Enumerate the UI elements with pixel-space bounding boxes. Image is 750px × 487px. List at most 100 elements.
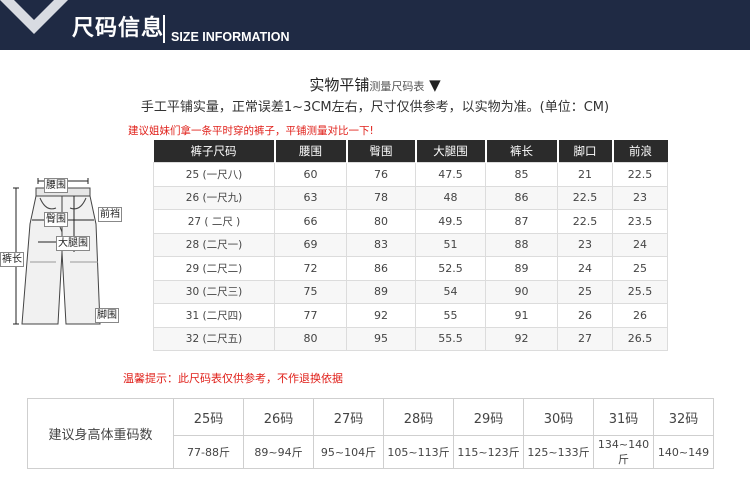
recommend-size: 32码: [653, 398, 714, 436]
table-cell: 26: [612, 303, 668, 328]
table-cell: 76: [346, 162, 416, 187]
recommend-label: 建议身高体重码数: [27, 398, 174, 469]
diagram-label-length: 裤长: [0, 252, 24, 267]
table-cell: 22.5: [557, 209, 613, 234]
header-chevron-icon: [0, 0, 68, 34]
measure-tip-top: 建议姐妹们拿一条平时穿的裤子，平铺测量对比一下!: [128, 125, 374, 137]
diagram-label-waist: 腰围: [44, 178, 68, 193]
table-cell: 27 ( 二尺 ): [153, 209, 275, 234]
table-cell: 25: [612, 256, 668, 281]
diagram-label-rise: 前裆: [98, 207, 122, 222]
measure-description: 手工平铺实量，正常误差1~3CM左右，尺寸仅供参考，以实物为准。(单位：CM): [140, 100, 610, 115]
recommend-weight: 125~133斤: [523, 435, 594, 469]
recommend-weight: 89~94斤: [243, 435, 314, 469]
table-cell: 63: [274, 185, 347, 210]
table-cell: 69: [274, 232, 347, 257]
table-cell: 55.5: [415, 326, 486, 351]
table-cell: 51: [415, 232, 486, 257]
table-cell: 80: [274, 326, 347, 351]
recommend-size: 30码: [523, 398, 594, 436]
header-divider: [163, 15, 165, 43]
table-cell: 26: [557, 303, 613, 328]
table-row: 27 ( 二尺 ) 66 80 49.5 87 22.5 23.5: [153, 209, 668, 234]
size-disclaimer: 温馨提示：此尺码表仅供参考，不作退换依据: [123, 372, 343, 385]
diagram-label-hip: 臀围: [44, 212, 68, 227]
table-cell: 23: [612, 185, 668, 210]
table-row: 28 (二尺一) 69 83 51 88 23 24: [153, 232, 668, 257]
table-cell: 60: [274, 162, 347, 187]
table-cell: 75: [274, 279, 347, 304]
table-row: 29 (二尺二) 72 86 52.5 89 24 25: [153, 256, 668, 281]
table-cell: 24: [612, 232, 668, 257]
table-cell: 32 (二尺五): [153, 326, 275, 351]
recommend-size: 25码: [173, 398, 244, 436]
measure-title-sub: 测量尺码表: [369, 80, 425, 93]
size-table-header: 裤子尺码 腰围 臀围 大腿围 裤长 脚口 前浪: [153, 140, 668, 163]
table-cell: 80: [346, 209, 416, 234]
table-row: 32 (二尺五) 80 95 55.5 92 27 26.5: [153, 326, 668, 351]
col-hip: 臀围: [345, 140, 416, 163]
diagram-label-thigh: 大腿围: [56, 236, 90, 251]
col-hem: 脚口: [556, 140, 613, 163]
table-cell: 90: [485, 279, 558, 304]
table-cell: 31 (二尺四): [153, 303, 275, 328]
table-cell: 52.5: [415, 256, 486, 281]
measure-title-main: 实物平铺: [309, 76, 370, 94]
table-cell: 22.5: [612, 162, 668, 187]
table-cell: 29 (二尺二): [153, 256, 275, 281]
table-cell: 26.5: [612, 326, 668, 351]
table-cell: 47.5: [415, 162, 486, 187]
table-cell: 21: [557, 162, 613, 187]
recommend-weight: 105~113斤: [383, 435, 454, 469]
table-cell: 22.5: [557, 185, 613, 210]
table-cell: 66: [274, 209, 347, 234]
table-cell: 55: [415, 303, 486, 328]
table-cell: 92: [346, 303, 416, 328]
col-rise: 前浪: [611, 140, 668, 163]
table-cell: 28 (二尺一): [153, 232, 275, 257]
col-size: 裤子尺码: [153, 140, 275, 163]
table-cell: 78: [346, 185, 416, 210]
header-title-en: SIZE INFORMATION: [171, 30, 290, 44]
table-row: 30 (二尺三) 75 89 54 90 25 25.5: [153, 279, 668, 304]
recommend-size: 31码: [593, 398, 654, 436]
table-cell: 72: [274, 256, 347, 281]
table-cell: 87: [485, 209, 558, 234]
table-cell: 49.5: [415, 209, 486, 234]
table-cell: 23: [557, 232, 613, 257]
table-row: 25 (一尺八) 60 76 47.5 85 21 22.5: [153, 162, 668, 187]
table-cell: 27: [557, 326, 613, 351]
diagram-label-hem: 脚围: [95, 308, 119, 323]
table-cell: 88: [485, 232, 558, 257]
col-thigh: 大腿围: [414, 140, 486, 163]
recommend-size: 29码: [453, 398, 524, 436]
size-table: 裤子尺码 腰围 臀围 大腿围 裤长 脚口 前浪 25 (一尺八) 60 76 4…: [153, 140, 668, 351]
table-cell: 48: [415, 185, 486, 210]
table-cell: 86: [346, 256, 416, 281]
section-header: 尺码信息 SIZE INFORMATION: [0, 0, 750, 50]
table-cell: 54: [415, 279, 486, 304]
table-cell: 86: [485, 185, 558, 210]
measure-title: 实物平铺测量尺码表 ▼: [0, 74, 750, 95]
table-cell: 92: [485, 326, 558, 351]
recommend-size: 27码: [313, 398, 384, 436]
table-cell: 83: [346, 232, 416, 257]
table-row: 31 (二尺四) 77 92 55 91 26 26: [153, 303, 668, 328]
recommend-weight: 134~140斤: [593, 435, 654, 469]
recommend-size: 28码: [383, 398, 454, 436]
pants-measure-diagram: 腰围 臀围 前裆 大腿围 裤长 脚围: [0, 172, 125, 337]
recommend-weight: 140~149: [653, 435, 714, 469]
table-cell: 24: [557, 256, 613, 281]
table-cell: 25: [557, 279, 613, 304]
recommend-size: 26码: [243, 398, 314, 436]
table-cell: 91: [485, 303, 558, 328]
table-row: 26 (一尺九) 63 78 48 86 22.5 23: [153, 185, 668, 210]
recommend-weight: 115~123斤: [453, 435, 524, 469]
recommend-weight: 77-88斤: [173, 435, 244, 469]
table-cell: 25.5: [612, 279, 668, 304]
table-cell: 89: [485, 256, 558, 281]
table-cell: 26 (一尺九): [153, 185, 275, 210]
col-waist: 腰围: [273, 140, 347, 163]
table-cell: 77: [274, 303, 347, 328]
recommend-table: 建议身高体重码数 25码 26码 27码 28码 29码 30码 31码 32码…: [27, 398, 714, 469]
